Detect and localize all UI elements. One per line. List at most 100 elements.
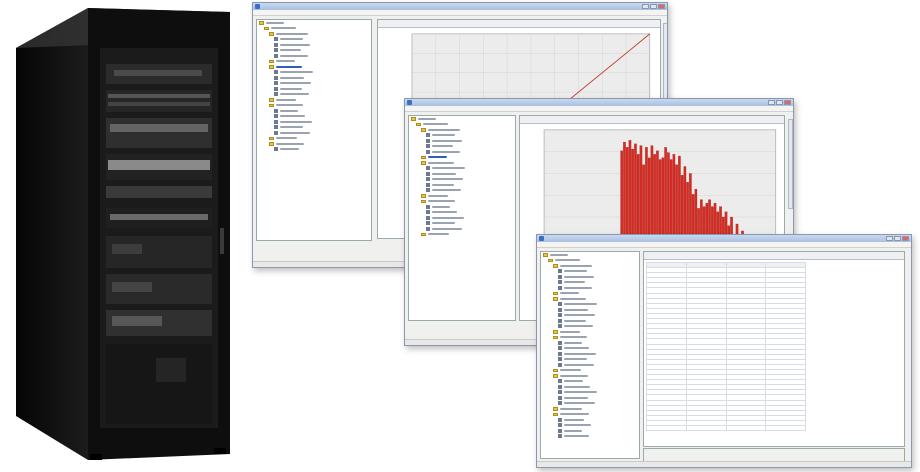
panel-tab-bar[interactable] xyxy=(644,252,904,260)
document-icon xyxy=(274,53,278,58)
filter-controls[interactable] xyxy=(643,448,905,462)
tree-item-label xyxy=(418,117,436,120)
status-bar xyxy=(537,461,911,467)
tree-item-label xyxy=(560,374,588,377)
tree-item-label xyxy=(279,54,308,57)
close-icon[interactable] xyxy=(784,100,791,105)
window-titlebar[interactable] xyxy=(405,99,793,106)
tree-item[interactable] xyxy=(257,147,371,153)
menu-bar[interactable] xyxy=(405,106,793,112)
document-icon xyxy=(274,119,278,124)
document-icon xyxy=(426,226,430,231)
tree-item-label xyxy=(276,104,303,107)
tree-item-label xyxy=(279,131,310,134)
minimize-icon[interactable] xyxy=(768,100,775,105)
tree-item-label xyxy=(279,126,303,129)
server-rack-illustration xyxy=(16,8,230,460)
folder-icon xyxy=(411,117,416,121)
document-icon xyxy=(558,302,562,307)
document-icon xyxy=(426,215,430,220)
document-icon xyxy=(558,428,562,433)
navigation-tree[interactable] xyxy=(540,251,640,459)
tree-item-label xyxy=(428,233,449,236)
document-icon xyxy=(274,108,278,113)
tree-item-label xyxy=(428,128,460,131)
tree-item-label xyxy=(271,27,296,30)
app-icon xyxy=(407,100,412,105)
document-icon xyxy=(558,390,562,395)
tree-item-label xyxy=(563,270,587,273)
tree-item[interactable] xyxy=(409,232,515,238)
tree-item-label xyxy=(279,71,313,74)
minimize-icon[interactable] xyxy=(642,4,649,9)
window-titlebar[interactable] xyxy=(537,235,911,242)
folder-icon xyxy=(269,98,274,102)
tree-item-label xyxy=(560,413,589,416)
tree-item-label xyxy=(431,145,453,148)
tree-item-label xyxy=(276,142,304,145)
document-icon xyxy=(274,130,278,135)
tree-item-label xyxy=(563,275,594,278)
document-icon xyxy=(558,423,562,428)
table-row[interactable] xyxy=(646,424,806,432)
document-icon xyxy=(426,177,430,182)
tree-item-label xyxy=(563,385,590,388)
maximize-icon[interactable] xyxy=(776,100,783,105)
app-icon xyxy=(539,236,544,241)
tree-item-label xyxy=(563,352,596,355)
folder-icon xyxy=(421,232,426,236)
document-icon xyxy=(274,86,278,91)
document-icon xyxy=(558,351,562,356)
table-cell xyxy=(646,424,687,432)
document-icon xyxy=(426,171,430,176)
window-titlebar[interactable] xyxy=(253,3,667,10)
tree-item-label xyxy=(563,341,582,344)
side-tab[interactable] xyxy=(663,23,667,103)
tree-item-label xyxy=(563,286,592,289)
folder-icon xyxy=(259,21,264,25)
document-icon xyxy=(558,346,562,351)
folder-icon xyxy=(553,335,558,339)
tree-item-label xyxy=(279,87,302,90)
menu-bar[interactable] xyxy=(253,10,667,16)
tree-item-label xyxy=(563,281,585,284)
folder-icon xyxy=(269,59,274,63)
close-icon[interactable] xyxy=(658,4,665,9)
tree-item[interactable] xyxy=(541,434,639,440)
tree-item-label xyxy=(279,43,310,46)
folder-icon xyxy=(553,374,558,378)
minimize-icon[interactable] xyxy=(886,236,893,241)
app-icon xyxy=(255,4,260,9)
document-icon xyxy=(274,75,278,80)
tree-item-label xyxy=(563,314,595,317)
navigation-tree[interactable] xyxy=(408,115,516,321)
side-tab[interactable] xyxy=(788,119,793,209)
document-icon xyxy=(426,149,430,154)
document-icon xyxy=(274,125,278,130)
navigation-tree[interactable] xyxy=(256,19,372,241)
tree-item-label xyxy=(279,49,301,52)
tree-item-label xyxy=(431,139,462,142)
folder-icon xyxy=(269,65,274,69)
maximize-icon[interactable] xyxy=(650,4,657,9)
folder-icon xyxy=(421,194,426,198)
tree-item-label xyxy=(279,115,305,118)
tree-item-label xyxy=(276,137,297,140)
folder-icon xyxy=(421,128,426,132)
tree-item-label xyxy=(560,264,592,267)
document-icon xyxy=(558,384,562,389)
maximize-icon[interactable] xyxy=(894,236,901,241)
folder-icon xyxy=(421,199,426,203)
tree-item-label xyxy=(563,363,594,366)
document-icon xyxy=(558,395,562,400)
tree-item-label xyxy=(431,205,450,208)
document-icon xyxy=(274,92,278,97)
document-icon xyxy=(558,379,562,384)
close-icon[interactable] xyxy=(902,236,909,241)
table-cell xyxy=(725,424,767,432)
data-table-panel xyxy=(643,251,905,447)
tree-item-label xyxy=(431,167,465,170)
data-table-window[interactable] xyxy=(536,234,912,468)
menu-bar[interactable] xyxy=(537,242,911,248)
document-icon xyxy=(558,362,562,367)
